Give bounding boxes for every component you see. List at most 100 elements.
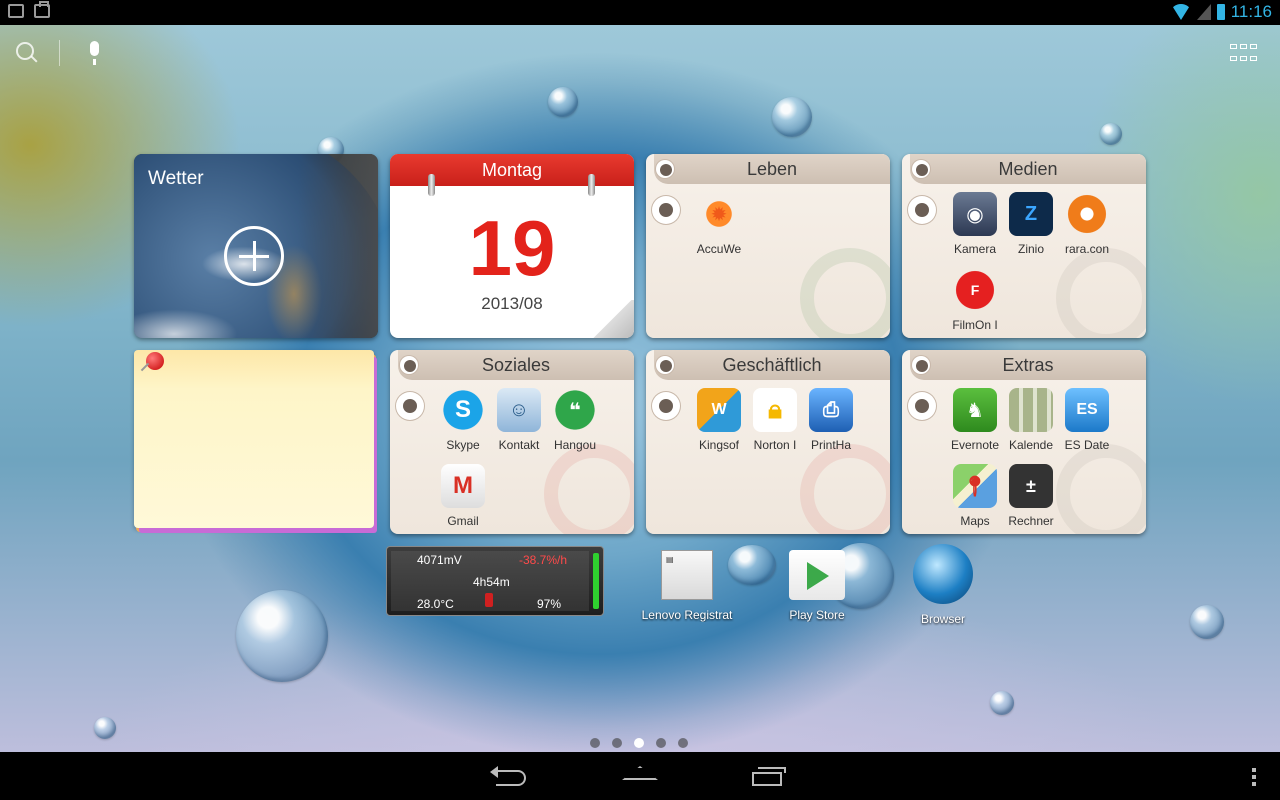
all-apps-grid-icon[interactable] — [1230, 44, 1258, 64]
battery-voltage: 4071mV — [417, 553, 462, 567]
pin-icon — [652, 392, 680, 420]
folder-geschaeftlich[interactable]: Geschäftlich W Kingsof 🔒︎ Norton I ⎙ Pri… — [646, 350, 890, 534]
app-printhand[interactable]: ⎙ PrintHa — [802, 388, 860, 452]
app-play-store[interactable]: Play Store — [762, 550, 872, 622]
battery-level-bar — [593, 553, 599, 609]
battery-monitor-widget[interactable]: 4071mV -38.7%/h 4h54m 28.0°C 97% — [386, 546, 604, 616]
camera-icon: ◉ — [953, 192, 997, 236]
page-curl — [590, 300, 634, 338]
app-norton[interactable]: 🔒︎ Norton I — [746, 388, 804, 452]
app-kalender[interactable]: Kalende — [1002, 388, 1060, 452]
water-drop — [1100, 123, 1122, 145]
pin-icon — [400, 356, 418, 374]
app-es-datei[interactable]: ES ES Date — [1058, 388, 1116, 452]
pin-icon — [656, 160, 674, 178]
clock-decoration — [800, 444, 890, 534]
lenovo-registration-icon: ▤ — [661, 550, 713, 600]
navigation-bar — [0, 752, 1280, 800]
app-rara[interactable]: rara.con — [1058, 192, 1116, 256]
water-drop — [548, 87, 578, 117]
store-notification-icon[interactable] — [34, 1, 50, 18]
media-decoration — [1056, 248, 1146, 338]
app-zinio[interactable]: Z Zinio — [1002, 192, 1060, 256]
water-drop — [772, 97, 812, 137]
app-kamera[interactable]: ◉ Kamera — [946, 192, 1004, 256]
hangouts-icon: ❝ — [553, 388, 597, 432]
norton-icon: 🔒︎ — [753, 388, 797, 432]
play-store-icon — [789, 550, 845, 600]
app-kingsoft[interactable]: W Kingsof — [690, 388, 748, 452]
app-maps[interactable]: 📍︎ Maps — [946, 464, 1004, 528]
battery-small-icon — [485, 593, 493, 607]
app-skype[interactable]: S Skype — [434, 388, 492, 452]
gear-decoration — [1056, 444, 1146, 534]
app-accuweather[interactable]: ✹ AccuWe — [690, 192, 748, 256]
pin-icon — [912, 356, 930, 374]
calendar-day: 19 — [468, 204, 556, 292]
add-location-icon[interactable] — [224, 226, 284, 286]
calendar-widget[interactable]: Montag 19 2013/08 — [390, 154, 634, 338]
sticky-note-widget[interactable] — [134, 350, 374, 528]
battery-icon — [1216, 4, 1225, 20]
folder-title: Medien — [910, 154, 1146, 184]
recent-apps-icon[interactable] — [752, 767, 786, 786]
water-drop — [1190, 605, 1224, 639]
calendar-icon — [1009, 388, 1053, 432]
chat-decoration — [544, 444, 634, 534]
folder-title: Soziales — [398, 350, 634, 380]
evernote-icon: ♞ — [953, 388, 997, 432]
water-drop — [990, 691, 1014, 715]
wifi-icon — [1170, 4, 1191, 20]
folder-medien[interactable]: Medien ◉ Kamera Z Zinio rara.con F FilmO… — [902, 154, 1146, 338]
app-rechner[interactable]: ± Rechner — [1002, 464, 1060, 528]
printhand-icon: ⎙ — [809, 388, 853, 432]
battery-temperature: 28.0°C — [417, 597, 454, 611]
skype-icon: S — [441, 388, 485, 432]
pin-icon — [908, 196, 936, 224]
gmail-icon: M — [441, 464, 485, 508]
calendar-ring-icon — [428, 174, 435, 196]
calendar-weekday: Montag — [390, 154, 634, 186]
home-icon[interactable] — [622, 766, 658, 780]
page-dot[interactable] — [656, 738, 666, 748]
page-dot[interactable] — [678, 738, 688, 748]
microphone-icon[interactable] — [90, 41, 99, 65]
folder-leben[interactable]: Leben ✹ AccuWe — [646, 154, 890, 338]
page-indicator — [590, 738, 688, 748]
page-dot[interactable] — [590, 738, 600, 748]
es-file-icon: ES — [1065, 388, 1109, 432]
overflow-menu-icon[interactable] — [1252, 768, 1256, 786]
water-drop — [94, 717, 116, 739]
folder-title: Leben — [654, 154, 890, 184]
kingsoft-icon: W — [697, 388, 741, 432]
weather-title: Wetter — [148, 168, 204, 189]
app-hangouts[interactable]: ❝ Hangou — [546, 388, 604, 452]
calculator-icon: ± — [1009, 464, 1053, 508]
gallery-notification-icon[interactable] — [8, 4, 24, 18]
app-filmon[interactable]: F FilmOn I — [946, 268, 1004, 332]
folder-title: Extras — [910, 350, 1146, 380]
cup-decoration — [800, 248, 890, 338]
battery-duration: 4h54m — [473, 575, 510, 589]
search-icon[interactable] — [16, 42, 34, 60]
battery-level: 97% — [537, 597, 562, 611]
page-dot[interactable] — [612, 738, 622, 748]
push-pin-icon — [146, 352, 164, 370]
zinio-icon: Z — [1009, 192, 1053, 236]
filmon-icon: F — [953, 268, 997, 312]
contacts-icon: ☺ — [497, 388, 541, 432]
back-icon[interactable] — [490, 766, 526, 786]
weather-widget[interactable]: Wetter — [134, 154, 378, 338]
app-browser[interactable]: Browser — [888, 544, 998, 626]
app-kontakte[interactable]: ☺ Kontakt — [490, 388, 548, 452]
app-evernote[interactable]: ♞ Evernote — [946, 388, 1004, 452]
folder-soziales[interactable]: Soziales S Skype ☺ Kontakt ❝ Hangou M Gm… — [390, 350, 634, 534]
pin-icon — [656, 356, 674, 374]
folder-extras[interactable]: Extras ♞ Evernote Kalende ES ES Date 📍︎ … — [902, 350, 1146, 534]
maps-icon: 📍︎ — [953, 464, 997, 508]
app-lenovo-registration[interactable]: ▤ Lenovo Registrat — [632, 550, 742, 622]
app-gmail[interactable]: M Gmail — [434, 464, 492, 528]
page-dot-active[interactable] — [634, 738, 644, 748]
status-clock: 11:16 — [1230, 2, 1272, 21]
calendar-ring-icon — [588, 174, 595, 196]
